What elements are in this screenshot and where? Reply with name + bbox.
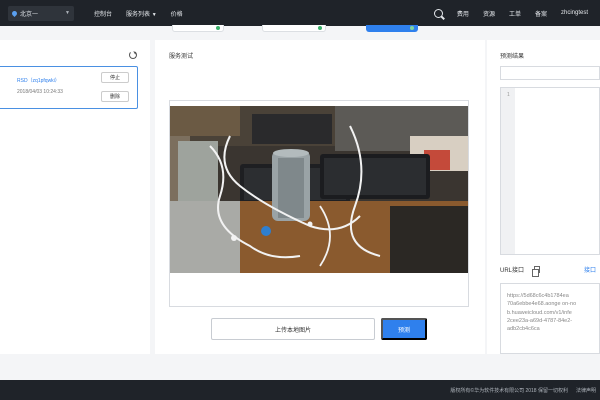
chevron-down-icon: ▼: [151, 11, 157, 18]
url-line: 2cee23a-a69d-4787-84e2-: [507, 317, 573, 324]
user-account[interactable]: zhcingtest: [561, 10, 588, 16]
section-title: 服务测试: [169, 54, 194, 60]
stop-button[interactable]: 停止: [101, 72, 129, 83]
copyright-text: 版权所有©华为软件技术有限公司 2018 保留一切权利: [450, 387, 568, 394]
chevron-down-icon: ▼: [65, 10, 70, 16]
region-selector[interactable]: 北京一 ▼: [8, 5, 74, 21]
status-dot-icon: [318, 26, 322, 30]
footer: 版权所有©华为软件技术有限公司 2018 保留一切权利 法律声明: [0, 380, 600, 400]
delete-button[interactable]: 删除: [101, 91, 129, 102]
copy-icon[interactable]: [532, 266, 540, 277]
top-right-links: 费用 资源 工单 备案 zhcingtest: [433, 8, 588, 18]
status-dot-icon: [216, 26, 220, 30]
service-list-panel: RSD（zq1pfqwki） 2018/04/03 10:24:33 停止 删除: [0, 40, 150, 354]
top-navigation-bar: 北京一 ▼ 控制台 服务列表 ▼ 价格 费用 资源 工单 备案 zhcingte…: [0, 0, 600, 26]
link-tickets[interactable]: 工单: [509, 9, 521, 18]
result-field[interactable]: [500, 66, 600, 80]
nav-console[interactable]: 控制台: [94, 9, 112, 18]
predict-button[interactable]: 预测: [381, 318, 427, 340]
link-filing[interactable]: 备案: [535, 9, 547, 18]
nav-pricing[interactable]: 价格: [171, 9, 183, 18]
image-preview: [169, 100, 469, 307]
search-icon[interactable]: [433, 8, 443, 18]
section-title: 预测结果: [500, 54, 525, 60]
main-nav: 控制台 服务列表 ▼ 价格: [94, 9, 183, 18]
url-line: b.huaweicloud.com/v1/infe: [507, 309, 572, 316]
cut-off-tab[interactable]: [172, 25, 224, 32]
url-line: adb2cb4c6ca: [507, 326, 540, 333]
prediction-result-panel: 预测结果 1 URL接口 接口 https://5d68c6c4b1784ea …: [487, 40, 600, 354]
line-number-gutter: 1: [501, 88, 515, 254]
link-billing[interactable]: 费用: [457, 9, 469, 18]
service-test-panel: 服务测试 上传本地图片 预测: [155, 40, 485, 354]
url-line: https://5d68c6c4b1784ea: [507, 293, 569, 299]
region-label: 北京一: [20, 11, 39, 18]
result-code-editor[interactable]: 1: [500, 87, 600, 255]
uploaded-image: [170, 106, 468, 273]
url-line: 70a6ebbe4e68.aonge on-no: [507, 301, 577, 308]
status-dot-icon: [410, 26, 414, 30]
url-interface-link[interactable]: 接口: [584, 265, 596, 274]
nav-service-list[interactable]: 服务列表 ▼: [126, 9, 157, 18]
url-interface-row: URL接口 接口: [500, 265, 600, 277]
url-display[interactable]: https://5d68c6c4b1784ea 70a6ebbe4e68.aon…: [500, 283, 600, 354]
cut-off-tab-active[interactable]: [366, 25, 418, 32]
link-resources[interactable]: 资源: [483, 9, 495, 18]
cut-off-tab[interactable]: [262, 25, 326, 32]
line-number: 1: [507, 92, 510, 98]
url-label: URL接口: [500, 268, 525, 274]
location-pin-icon: [10, 9, 19, 17]
legal-link[interactable]: 法律声明: [576, 387, 596, 394]
upload-local-image-button[interactable]: 上传本地图片: [211, 318, 375, 340]
service-card[interactable]: RSD（zq1pfqwki） 2018/04/03 10:24:33 停止 删除: [0, 66, 138, 109]
service-timestamp: 2018/04/03 10:24:33: [17, 89, 63, 95]
nav-service-list-label: 服务列表: [126, 11, 151, 18]
service-name[interactable]: RSD（zq1pfqwki）: [17, 77, 60, 84]
refresh-icon[interactable]: [129, 51, 137, 59]
cut-off-toolbar: [0, 25, 600, 34]
